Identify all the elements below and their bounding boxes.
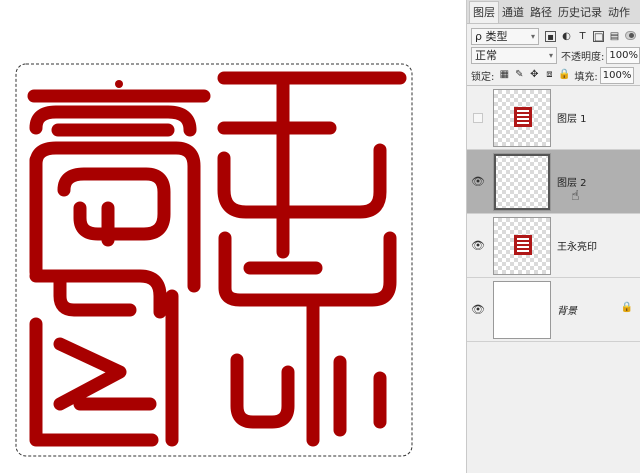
- chevron-down-icon: ▾: [548, 50, 553, 60]
- lock-icons: ▦ ✎ ✥ ⧈ 🔒: [498, 69, 571, 81]
- fill-input[interactable]: 100%: [599, 66, 634, 84]
- lock-all-icon[interactable]: 🔒: [558, 69, 570, 81]
- filter-kind-dropdown[interactable]: ρ 类型 ▾: [471, 27, 539, 45]
- seal-thumbnail-icon: [514, 235, 532, 255]
- seal-artwork: [15, 63, 413, 457]
- adjustment-filter-icon[interactable]: ◐: [561, 31, 572, 42]
- lock-artboard-icon[interactable]: ⧈: [543, 69, 555, 81]
- layer-name[interactable]: 图层 1: [557, 110, 587, 125]
- layer-row-2[interactable]: 👁 图层 2 ☝: [467, 150, 640, 214]
- lock-transparent-pixels-icon[interactable]: ▦: [498, 69, 510, 81]
- filter-row: ρ 类型 ▾ ▪ ◐ T □ ▤: [467, 26, 640, 46]
- filter-kind-label: ρ 类型: [475, 29, 508, 43]
- blend-mode-dropdown[interactable]: 正常 ▾: [471, 46, 557, 64]
- tab-paths[interactable]: 路径: [527, 3, 555, 23]
- tab-layers[interactable]: 图层: [469, 1, 499, 23]
- lock-image-pixels-icon[interactable]: ✎: [513, 69, 525, 81]
- layer-name[interactable]: 背景: [557, 302, 577, 317]
- lock-icon: 🔒: [620, 302, 633, 313]
- hand-cursor-icon: ☝: [571, 188, 580, 204]
- document-canvas[interactable]: [0, 0, 466, 473]
- layer-thumbnail: [493, 89, 551, 147]
- lock-row: 锁定: ▦ ✎ ✥ ⧈ 🔒 填充: 100%: [467, 66, 640, 84]
- layer-name[interactable]: 图层 2: [557, 174, 587, 189]
- layer-row-background[interactable]: 👁 背景 🔒: [467, 278, 640, 342]
- layer-thumbnail: [493, 153, 551, 211]
- layer-row-1[interactable]: 图层 1: [467, 86, 640, 150]
- visibility-off-icon[interactable]: [473, 113, 483, 123]
- opacity-label: 不透明度:: [561, 51, 605, 63]
- lock-label: 锁定:: [471, 71, 495, 83]
- layer-name[interactable]: 王永亮印: [557, 238, 597, 253]
- blend-mode-value: 正常: [475, 48, 497, 62]
- filter-icons: ▪ ◐ T □ ▤: [545, 30, 636, 43]
- fill-label: 填充:: [574, 71, 598, 83]
- eye-icon[interactable]: 👁: [471, 175, 485, 189]
- image-filter-icon[interactable]: ▪: [545, 30, 556, 43]
- eye-icon[interactable]: 👁: [471, 239, 485, 253]
- smart-object-filter-icon[interactable]: ▤: [609, 31, 620, 42]
- filter-toggle-icon[interactable]: [625, 30, 636, 40]
- seal-thumbnail-icon: [514, 107, 532, 127]
- layer-row-3[interactable]: 👁 王永亮印: [467, 214, 640, 278]
- eye-icon[interactable]: 👁: [471, 303, 485, 317]
- layer-thumbnail: [493, 281, 551, 339]
- shape-filter-icon[interactable]: □: [593, 30, 604, 43]
- layer-list: 图层 1 👁 图层 2 ☝ 👁 王永亮印 👁 背景 🔒: [467, 85, 640, 473]
- chevron-down-icon: ▾: [530, 31, 535, 41]
- layer-thumbnail: [493, 217, 551, 275]
- tab-channels[interactable]: 通道: [499, 3, 527, 23]
- panel-tabs: 图层 通道 路径 历史记录 动作: [467, 0, 640, 24]
- tab-history[interactable]: 历史记录: [555, 3, 605, 23]
- type-filter-icon[interactable]: T: [577, 31, 588, 42]
- lock-position-icon[interactable]: ✥: [528, 69, 540, 81]
- blend-row: 正常 ▾ 不透明度: 100%: [467, 45, 640, 65]
- tab-actions[interactable]: 动作: [605, 3, 633, 23]
- opacity-input[interactable]: 100%: [606, 46, 640, 64]
- layers-panel: 图层 通道 路径 历史记录 动作 ρ 类型 ▾ ▪ ◐ T □ ▤ 正常 ▾ 不…: [466, 0, 640, 473]
